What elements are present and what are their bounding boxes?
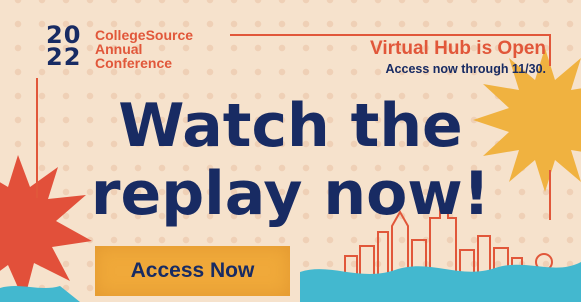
hub-title: Virtual Hub is Open	[370, 38, 546, 59]
conference-name: CollegeSource Annual Conference	[95, 28, 193, 70]
conference-name-line1: CollegeSource	[95, 27, 194, 43]
conference-year: 20 22	[46, 23, 82, 71]
year-bottom: 22	[46, 43, 82, 71]
frame-line-top	[230, 34, 550, 36]
frame-line-right	[549, 34, 551, 66]
wave-icon	[300, 262, 581, 302]
headline-line1: Watch the	[118, 91, 463, 161]
conference-name-line3: Conference	[95, 55, 173, 71]
access-now-button[interactable]: Access Now	[95, 246, 290, 296]
headline-line2: replay now!	[90, 159, 491, 229]
conference-banner[interactable]: 20 22 CollegeSource Annual Conference Vi…	[0, 0, 581, 302]
conference-name-line2: Annual	[95, 41, 143, 57]
headline: Watch the replay now!	[0, 92, 581, 228]
hub-subtitle: Access now through 11/30.	[385, 62, 546, 76]
